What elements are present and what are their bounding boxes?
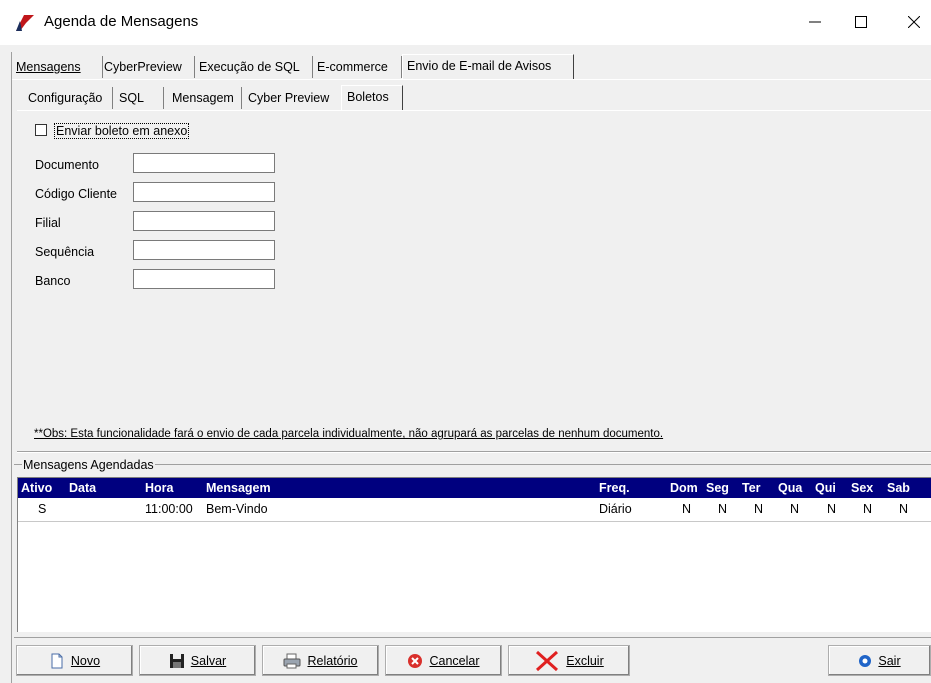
cell-freq: Diário — [599, 502, 632, 516]
new-document-icon — [51, 653, 63, 668]
tab-configuracao[interactable]: Configuração — [28, 87, 113, 109]
cancelar-button[interactable]: Cancelar — [385, 645, 502, 676]
codigo-cliente-input[interactable] — [133, 182, 275, 202]
tab-boletos[interactable]: Boletos — [341, 85, 403, 110]
panel-edge-light — [17, 452, 931, 453]
col-sab[interactable]: Sab — [887, 481, 910, 495]
scheduled-group-label: Mensagens Agendadas — [22, 458, 155, 472]
tab-cyberpreview[interactable]: CyberPreview — [104, 56, 195, 78]
cell-sab: N — [899, 502, 909, 516]
codigo-cliente-label: Código Cliente — [35, 187, 117, 201]
printer-icon — [283, 653, 301, 668]
tab-strip-edge — [12, 79, 931, 80]
cell-mensagem: Bem-Vindo — [206, 502, 268, 516]
close-icon — [908, 16, 920, 28]
main-tab-strip: Mensagens CyberPreview Execução de SQL E… — [12, 54, 931, 80]
tab-execucao-sql[interactable]: Execução de SQL — [199, 56, 313, 78]
tab-mensagem[interactable]: Mensagem — [172, 87, 242, 109]
toolbar-divider — [14, 637, 931, 638]
col-ativo[interactable]: Ativo — [21, 481, 52, 495]
save-disk-icon — [169, 653, 184, 668]
cell-ter: N — [754, 502, 764, 516]
col-ter[interactable]: Ter — [742, 481, 761, 495]
cell-dom: N — [682, 502, 692, 516]
attach-boleto-checkbox[interactable] — [35, 124, 47, 136]
col-dom[interactable]: Dom — [670, 481, 698, 495]
sub-tab-strip: Configuração SQL Mensagem Cyber Preview … — [17, 85, 931, 111]
delete-x-icon — [536, 650, 559, 671]
relatorio-button[interactable]: Relatório — [262, 645, 379, 676]
table-row[interactable]: S 11:00:00 Bem-Vindo Diário N N N N N N … — [18, 500, 931, 520]
minimize-button[interactable] — [800, 9, 830, 35]
exit-icon — [859, 654, 872, 667]
cell-qui: N — [827, 502, 837, 516]
novo-button[interactable]: Novo — [16, 645, 133, 676]
grid-header: Ativo Data Hora Mensagem Freq. Dom Seg T… — [18, 478, 931, 498]
col-qui[interactable]: Qui — [815, 481, 836, 495]
window-title: Agenda de Mensagens — [44, 13, 199, 30]
banco-label: Banco — [35, 274, 71, 288]
col-seg[interactable]: Seg — [706, 481, 729, 495]
app-logo-icon — [16, 15, 34, 31]
col-qua[interactable]: Qua — [778, 481, 802, 495]
filial-label: Filial — [35, 216, 61, 230]
maximize-icon — [855, 16, 867, 28]
close-button[interactable] — [899, 9, 929, 35]
attach-boleto-label[interactable]: Enviar boleto em anexo — [54, 123, 190, 139]
tab-sql[interactable]: SQL — [119, 87, 164, 109]
scheduled-messages-grid[interactable]: Ativo Data Hora Mensagem Freq. Dom Seg T… — [17, 477, 931, 632]
cell-seg: N — [718, 502, 728, 516]
banco-input[interactable] — [133, 269, 275, 289]
sub-tab-edge — [17, 110, 931, 111]
maximize-button[interactable] — [846, 9, 876, 35]
filial-input[interactable] — [133, 211, 275, 231]
col-data[interactable]: Data — [69, 481, 96, 495]
col-freq[interactable]: Freq. — [599, 481, 630, 495]
col-sex[interactable]: Sex — [851, 481, 873, 495]
cell-sex: N — [863, 502, 873, 516]
cell-ativo: S — [38, 502, 47, 516]
col-mensagem[interactable]: Mensagem — [206, 481, 271, 495]
salvar-button[interactable]: Salvar — [139, 645, 256, 676]
sequencia-input[interactable] — [133, 240, 275, 260]
tab-ecommerce[interactable]: E-commerce — [317, 56, 402, 78]
minimize-icon — [809, 21, 821, 23]
sequencia-label: Sequência — [35, 245, 95, 259]
excluir-button[interactable]: Excluir — [508, 645, 630, 676]
cancel-icon — [408, 653, 423, 668]
tab-envio-email-avisos[interactable]: Envio de E-mail de Avisos — [402, 54, 574, 79]
sair-button[interactable]: Sair — [828, 645, 931, 676]
tab-mensagens[interactable]: Mensagens — [16, 56, 103, 78]
boletos-note: **Obs: Esta funcionalidade fará o envio … — [34, 428, 664, 440]
cell-hora: 11:00:00 — [145, 502, 193, 516]
col-hora[interactable]: Hora — [145, 481, 173, 495]
title-bar: Agenda de Mensagens — [0, 0, 931, 45]
tab-cyber-preview[interactable]: Cyber Preview — [248, 87, 342, 109]
row-divider — [18, 521, 931, 522]
window-border — [11, 52, 12, 683]
documento-input[interactable] — [133, 153, 275, 173]
cell-qua: N — [790, 502, 800, 516]
documento-label: Documento — [35, 158, 99, 172]
